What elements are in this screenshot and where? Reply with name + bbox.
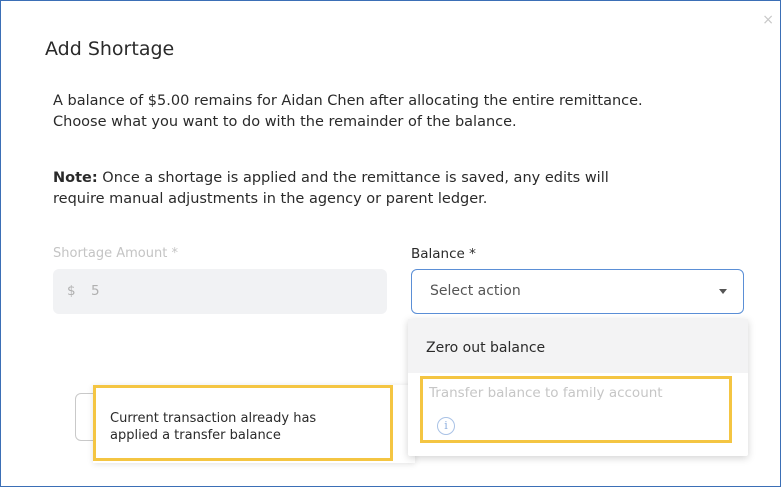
note-message-line-2: require manual adjustments in the agency…	[53, 191, 488, 207]
balance-action-select[interactable]: Select action	[411, 269, 744, 314]
transfer-disabled-tooltip: Current transaction already has applied …	[93, 385, 415, 463]
chevron-down-icon	[719, 289, 727, 294]
shortage-amount-field: $ 5	[53, 269, 387, 314]
note-message: Note: Once a shortage is applied and the…	[53, 168, 753, 210]
note-text-1: Once a shortage is applied and the remit…	[97, 170, 609, 186]
shortage-amount-value: 5	[91, 283, 100, 299]
balance-message: A balance of $5.00 remains for Aidan Che…	[53, 91, 753, 133]
balance-action-dropdown: Zero out balance Transfer balance to fam…	[408, 319, 748, 456]
note-message-line-1: Note: Once a shortage is applied and the…	[53, 168, 753, 189]
note-label: Note:	[53, 170, 98, 186]
add-shortage-dialog: × Add Shortage A balance of $5.00 remain…	[0, 0, 781, 487]
info-icon[interactable]: i	[437, 417, 455, 435]
option-zero-out-balance[interactable]: Zero out balance	[408, 319, 748, 373]
option-zero-out-balance-label: Zero out balance	[426, 340, 546, 356]
balance-message-line-2: Choose what you want to do with the rema…	[53, 114, 517, 130]
close-icon[interactable]: ×	[762, 13, 774, 27]
shortage-amount-label: Shortage Amount *	[53, 246, 178, 261]
currency-symbol: $	[67, 283, 76, 299]
balance-message-line-1: A balance of $5.00 remains for Aidan Che…	[53, 93, 643, 109]
balance-action-placeholder: Select action	[430, 283, 521, 299]
option-transfer-balance: Transfer balance to family account i	[420, 376, 732, 443]
option-transfer-balance-label: Transfer balance to family account	[429, 385, 663, 401]
tooltip-line-1: Current transaction already has	[110, 411, 317, 426]
tooltip-line-2: applied a transfer balance	[110, 428, 281, 443]
dialog-title: Add Shortage	[45, 38, 175, 60]
balance-label: Balance *	[411, 246, 476, 262]
tooltip-text: Current transaction already has applied …	[110, 410, 380, 444]
